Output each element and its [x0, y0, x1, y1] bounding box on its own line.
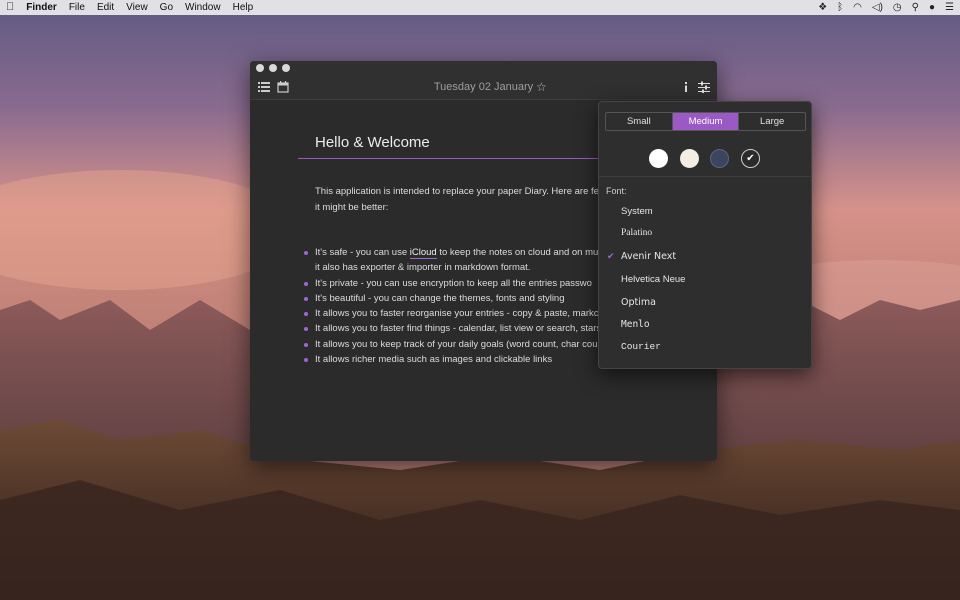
menu-file[interactable]: File: [63, 0, 91, 15]
bullet-dot-icon: [304, 327, 308, 332]
font-option-helvetica-neue[interactable]: Helvetica Neue: [621, 274, 685, 285]
selected-checkmark-icon: ✔: [607, 251, 615, 261]
font-option-avenir-next[interactable]: Avenir Next: [621, 251, 676, 262]
close-window-button[interactable]: [256, 64, 264, 72]
volume-icon[interactable]: ◁): [872, 0, 883, 15]
intro-paragraph[interactable]: This application is intended to replace …: [315, 184, 615, 216]
feature-list-item[interactable]: It allows richer media such as images an…: [304, 352, 604, 367]
menu-app-name[interactable]: Finder: [20, 0, 63, 15]
info-icon[interactable]: [680, 81, 692, 93]
feature-list-item[interactable]: It's safe - you can use iCloud to keep t…: [304, 245, 604, 260]
feature-list-item[interactable]: it also has exporter & importer in markd…: [304, 260, 604, 275]
apple-menu-icon[interactable]: : [0, 0, 20, 15]
feature-text: It allows richer media such as images an…: [315, 354, 553, 366]
feature-list-item[interactable]: It allows you to faster reorganise your …: [304, 306, 604, 321]
size-small-button[interactable]: Small: [606, 113, 673, 130]
font-option-courier[interactable]: Courier: [621, 341, 661, 352]
intro-line-1: This application is intended to replace …: [315, 186, 599, 197]
siri-icon[interactable]: ●: [929, 0, 935, 15]
entry-heading[interactable]: Hello & Welcome: [315, 134, 430, 151]
zoom-window-button[interactable]: [282, 64, 290, 72]
font-option-system[interactable]: System: [621, 206, 653, 217]
spotlight-icon[interactable]: ⚲: [912, 0, 919, 15]
feature-text: it also has exporter & importer in markd…: [315, 262, 531, 274]
feature-text: It's safe - you can use: [315, 247, 410, 258]
font-option-palatino[interactable]: Palatino: [621, 228, 652, 238]
menu-bar:  Finder File Edit View Go Window Help ❖…: [0, 0, 960, 15]
theme-navy-swatch[interactable]: [710, 149, 729, 168]
bullet-dot-icon: [304, 281, 308, 286]
menu-window[interactable]: Window: [179, 0, 227, 15]
theme-cream-swatch[interactable]: [680, 149, 699, 168]
wifi-icon[interactable]: ◠: [853, 0, 862, 15]
feature-list-item[interactable]: It allows you to faster find things - ca…: [304, 321, 604, 336]
feature-list-item[interactable]: It allows you to keep track of your dail…: [304, 337, 604, 352]
font-option-menlo[interactable]: Menlo: [621, 319, 650, 330]
icloud-link[interactable]: iCloud: [409, 247, 437, 259]
feature-list: It's safe - you can use iCloud to keep t…: [304, 245, 604, 367]
intro-line-2: it might be better:: [315, 202, 389, 213]
theme-dark-swatch-selected[interactable]: ✔: [741, 149, 760, 168]
font-label: Font:: [606, 186, 627, 196]
feature-text: It allows you to faster find things - ca…: [315, 323, 602, 335]
star-icon[interactable]: ☆: [536, 80, 547, 94]
size-medium-button[interactable]: Medium: [672, 113, 740, 130]
menu-help[interactable]: Help: [227, 0, 260, 15]
feature-text: It's private - you can use encryption to…: [315, 277, 592, 289]
bullet-dot-icon: [304, 296, 308, 301]
menu-view[interactable]: View: [120, 0, 154, 15]
dropbox-icon[interactable]: ❖: [818, 0, 827, 15]
sliders-icon[interactable]: [698, 81, 710, 93]
entry-date[interactable]: Tuesday 02 January: [250, 81, 717, 93]
notification-center-icon[interactable]: ☰: [945, 0, 954, 15]
theme-white-swatch[interactable]: [649, 149, 668, 168]
bullet-dot-icon: [304, 312, 308, 317]
bullet-dot-icon: [304, 342, 308, 347]
feature-list-item[interactable]: It's private - you can use encryption to…: [304, 276, 604, 291]
bullet-dot-icon: [304, 358, 308, 363]
status-icons: ❖ ᛒ ◠ ◁) ◷ ⚲ ● ☰: [818, 0, 954, 15]
text-size-segmented-control: Small Medium Large: [605, 112, 806, 131]
size-large-button[interactable]: Large: [739, 113, 805, 130]
title-bar: Tuesday 02 January ☆: [250, 61, 717, 100]
heading-divider: [298, 158, 598, 159]
feature-text: It's beautiful - you can change the them…: [315, 292, 565, 304]
popover-divider: [599, 176, 811, 177]
bullet-dot-icon: [304, 251, 308, 255]
feature-text-continued: to keep the notes on cloud and on mu: [436, 247, 599, 258]
menu-go[interactable]: Go: [154, 0, 179, 15]
clock-icon[interactable]: ◷: [893, 0, 902, 15]
font-option-optima[interactable]: Optima: [621, 297, 656, 308]
bluetooth-icon[interactable]: ᛒ: [837, 0, 843, 15]
feature-text: It allows you to faster reorganise your …: [315, 308, 599, 320]
feature-text: It allows you to keep track of your dail…: [315, 338, 598, 350]
feature-list-item[interactable]: It's beautiful - you can change the them…: [304, 291, 604, 306]
menu-edit[interactable]: Edit: [91, 0, 120, 15]
minimize-window-button[interactable]: [269, 64, 277, 72]
appearance-popover: Small Medium Large ✔ Font: System Palati…: [598, 101, 812, 369]
